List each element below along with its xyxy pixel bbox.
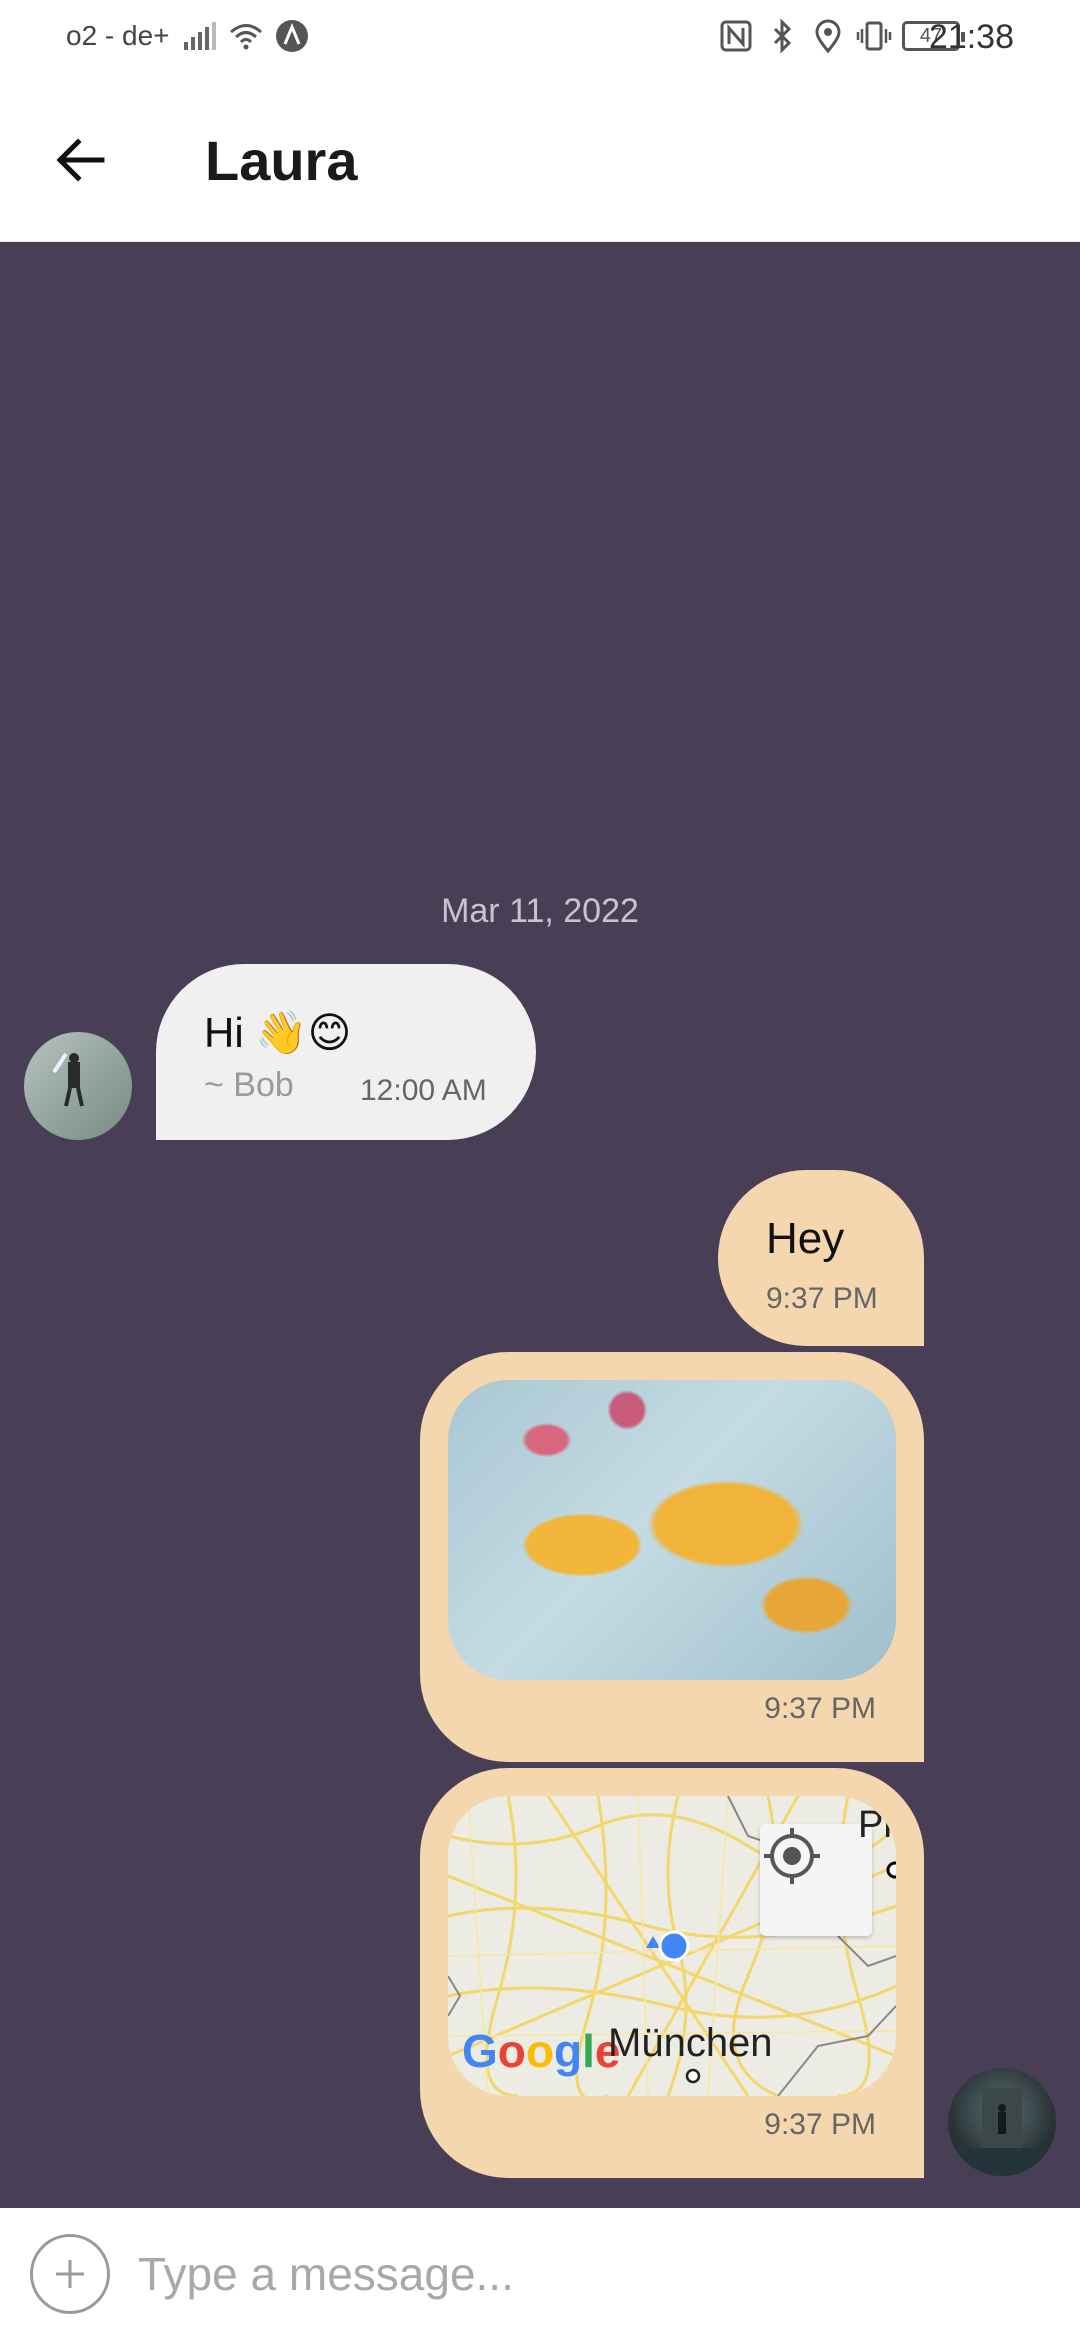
message-bubble-incoming[interactable]: Hi 👋😊 ~ Bob 12:00 AM xyxy=(156,964,536,1140)
message-text: Hi 👋😊 xyxy=(204,1009,352,1056)
attach-button[interactable] xyxy=(30,2234,110,2314)
location-map[interactable]: Google München Pr xyxy=(448,1796,896,2096)
message-bubble-outgoing[interactable]: Hey 9:37 PM xyxy=(718,1170,924,1346)
message-bubble-location[interactable]: Google München Pr 9:37 PM xyxy=(420,1768,924,2178)
plus-icon xyxy=(56,2260,84,2288)
arrow-left-icon xyxy=(56,138,105,182)
message-time: 9:37 PM xyxy=(766,1282,878,1315)
message-time: 12:00 AM xyxy=(360,1074,487,1107)
location-icon xyxy=(815,19,841,54)
status-bar: o2 - de+ 47 21:38 xyxy=(0,0,1080,76)
map-city-label: München xyxy=(608,2021,773,2065)
signal-icon xyxy=(184,22,216,50)
message-time: 9:37 PM xyxy=(764,2108,876,2141)
message-bubble-image[interactable]: 9:37 PM xyxy=(420,1352,924,1762)
chat-area[interactable]: Mar 11, 2022 Hi 👋😊 ~ Bob 12:00 AM Hey 9:… xyxy=(0,242,1080,2208)
message-input-bar xyxy=(0,2208,1080,2340)
message-time: 9:37 PM xyxy=(764,1692,876,1725)
message-input[interactable] xyxy=(138,2234,1038,2314)
avatar-image xyxy=(52,1052,84,1107)
nfc-icon xyxy=(720,20,752,52)
crosshair-icon xyxy=(764,1828,820,1884)
message-sender: ~ Bob xyxy=(204,1066,294,1104)
message-text: Hey xyxy=(766,1214,845,1263)
vibrate-icon xyxy=(856,21,892,51)
bluetooth-icon xyxy=(773,18,792,54)
wifi-icon xyxy=(230,24,262,50)
avatar-image xyxy=(948,2088,1056,2176)
message-image[interactable] xyxy=(448,1380,896,1680)
avatar[interactable] xyxy=(24,1032,132,1140)
avatar[interactable] xyxy=(948,2068,1056,2176)
status-time: 21:38 xyxy=(928,18,1014,56)
map-city-label-partial: Pr xyxy=(858,1804,896,1846)
my-location-button[interactable] xyxy=(760,1824,872,1936)
app-notification-icon xyxy=(276,20,308,52)
chat-title: Laura xyxy=(205,129,358,192)
date-separator: Mar 11, 2022 xyxy=(441,892,639,930)
app-bar: Laura xyxy=(0,76,1080,242)
carrier-label: o2 - de+ xyxy=(66,20,170,51)
google-logo: Google xyxy=(462,2025,621,2077)
back-button[interactable] xyxy=(40,120,120,200)
